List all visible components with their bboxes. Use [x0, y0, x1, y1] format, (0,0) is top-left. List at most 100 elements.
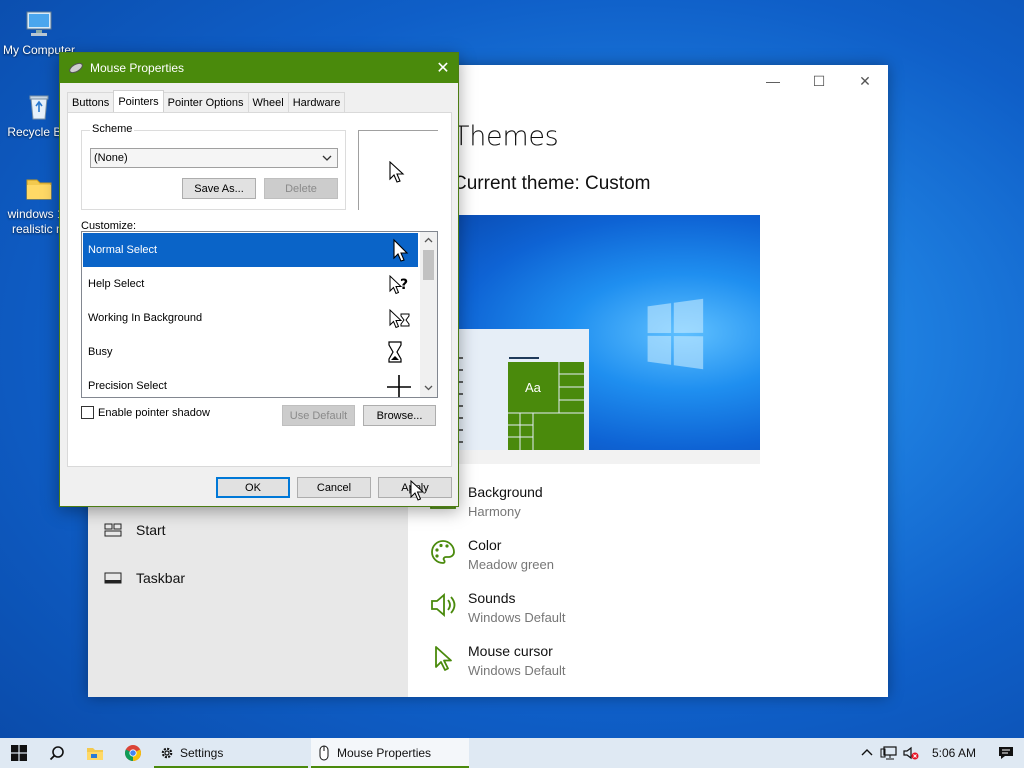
use-default-button[interactable]: Use Default: [282, 405, 355, 426]
taskbar: Settings Mouse Properties 5:06 AM: [0, 738, 1024, 768]
pointer-row-help-select[interactable]: Help Select ?: [83, 267, 418, 301]
mouse-pointer-icon: [410, 480, 424, 501]
tab-buttons[interactable]: Buttons: [67, 92, 115, 112]
file-explorer-button[interactable]: [76, 738, 114, 768]
preview-divider: [453, 450, 760, 464]
chrome-button[interactable]: [114, 738, 152, 768]
taskbar-app-label: Settings: [180, 746, 224, 760]
taskbar-app-settings[interactable]: Settings: [154, 738, 308, 768]
scheme-value: (None): [94, 152, 128, 164]
page-title: Themes: [453, 121, 559, 152]
volume-muted-icon: [903, 746, 919, 760]
theme-preview[interactable]: Aa: [453, 215, 760, 450]
nav-item-start[interactable]: Start: [104, 522, 166, 538]
cancel-button[interactable]: Cancel: [297, 477, 371, 498]
start-button[interactable]: [0, 738, 38, 768]
nav-item-label: Start: [136, 522, 166, 538]
browse-button[interactable]: Browse...: [363, 405, 436, 426]
pointer-shadow-checkbox[interactable]: [81, 406, 94, 419]
tab-wheel[interactable]: Wheel: [247, 92, 289, 112]
preview-tile-text: Aa: [525, 380, 541, 395]
volume-button[interactable]: [900, 738, 922, 768]
pointer-row-precision-select[interactable]: Precision Select: [83, 369, 418, 397]
windows-logo-icon: [11, 745, 27, 761]
theme-item-color[interactable]: Color Meadow green: [428, 535, 554, 574]
action-center-button[interactable]: [988, 738, 1024, 768]
recycle-bin-icon: [29, 95, 49, 120]
hourglass-cursor-icon: [388, 341, 402, 363]
scheme-select[interactable]: (None): [90, 148, 338, 168]
notification-icon: [999, 747, 1013, 759]
mouse-icon: [319, 745, 329, 761]
dialog-close-button[interactable]: ✕: [428, 53, 458, 83]
windows-logo-wallpaper-icon: [647, 298, 704, 370]
pointer-list[interactable]: Normal Select Help Select ? Working In B…: [81, 231, 438, 398]
folder-icon: [87, 748, 103, 760]
search-button[interactable]: [38, 738, 76, 768]
tab-pointer-options[interactable]: Pointer Options: [162, 92, 249, 112]
theme-item-value: Harmony: [468, 504, 521, 519]
search-icon: [49, 746, 64, 761]
crosshair-cursor-icon: [387, 375, 411, 397]
theme-item-value: Meadow green: [468, 557, 554, 572]
theme-item-mouse-cursor[interactable]: Mouse cursor Windows Default: [428, 641, 566, 680]
cursor-preview-box: [358, 130, 438, 210]
taskbar-clock[interactable]: 5:06 AM: [922, 746, 988, 760]
mouse-properties-dialog: Mouse Properties ✕ Buttons Pointers Poin…: [59, 52, 459, 507]
theme-item-value: Windows Default: [468, 610, 566, 625]
dialog-title: Mouse Properties: [90, 61, 185, 75]
network-icon: [880, 746, 897, 760]
nav-item-label: Taskbar: [136, 570, 186, 586]
taskbar-app-mouse-properties[interactable]: Mouse Properties: [311, 738, 469, 768]
pointer-shadow-label: Enable pointer shadow: [98, 406, 210, 419]
help-cursor-icon: ?: [389, 274, 408, 295]
pointer-row-working-in-background[interactable]: Working In Background: [83, 301, 418, 335]
arrow-cursor-icon: [393, 238, 409, 262]
save-as-button[interactable]: Save As...: [182, 178, 256, 199]
pointer-row-label: Precision Select: [88, 380, 167, 392]
network-button[interactable]: [878, 738, 900, 768]
preview-accent-line: [509, 357, 539, 359]
pointer-row-busy[interactable]: Busy: [83, 335, 418, 369]
system-tray: 5:06 AM: [856, 738, 1024, 768]
pointer-row-label: Busy: [88, 346, 113, 358]
theme-item-title: Color: [468, 537, 502, 553]
speaker-icon: [431, 593, 456, 617]
scroll-up-arrow-icon[interactable]: [423, 235, 434, 246]
delete-button[interactable]: Delete: [264, 178, 338, 199]
scheme-groupbox: Scheme (None) Save As... Delete: [81, 123, 346, 210]
desktop-icon-my-computer[interactable]: My Computer: [1, 8, 77, 58]
minimize-button[interactable]: —: [750, 65, 796, 97]
pointer-shadow-option[interactable]: Enable pointer shadow: [81, 406, 210, 419]
arrow-cursor-icon: [389, 161, 405, 183]
theme-item-sounds[interactable]: Sounds Windows Default: [428, 588, 566, 627]
dialog-title-bar[interactable]: Mouse Properties ✕: [60, 53, 458, 83]
computer-icon: [26, 11, 52, 36]
tab-pointers[interactable]: Pointers: [113, 90, 164, 112]
cursor-icon: [435, 646, 452, 671]
pointers-tab-panel: Scheme (None) Save As... Delete Customiz…: [67, 112, 452, 467]
chrome-icon: [124, 745, 142, 761]
taskbar-app-label: Mouse Properties: [337, 746, 432, 760]
pointer-row-label: Working In Background: [88, 312, 203, 324]
folder-icon: [26, 179, 52, 200]
scroll-down-arrow-icon[interactable]: [423, 382, 434, 393]
pointer-row-normal-select[interactable]: Normal Select: [83, 233, 418, 267]
pointer-list-scrollbar[interactable]: [420, 232, 437, 397]
preview-tiles: Aa: [508, 362, 584, 450]
nav-item-taskbar[interactable]: Taskbar: [104, 570, 185, 586]
tray-overflow-button[interactable]: [856, 738, 878, 768]
theme-item-title: Mouse cursor: [468, 643, 553, 659]
settings-window-controls: — ☐ ✕: [750, 65, 888, 97]
pointer-row-label: Help Select: [88, 278, 145, 290]
busy-arrow-cursor-icon: [389, 308, 410, 329]
chevron-up-icon: [861, 749, 873, 756]
svg-text:?: ?: [400, 277, 408, 293]
close-button[interactable]: ✕: [842, 65, 888, 97]
ok-button[interactable]: OK: [216, 477, 290, 498]
tab-hardware[interactable]: Hardware: [287, 92, 346, 112]
scrollbar-thumb[interactable]: [423, 250, 434, 280]
maximize-button[interactable]: ☐: [796, 65, 842, 97]
scheme-label: Scheme: [90, 123, 135, 135]
preview-tiles-grid: [508, 362, 584, 450]
